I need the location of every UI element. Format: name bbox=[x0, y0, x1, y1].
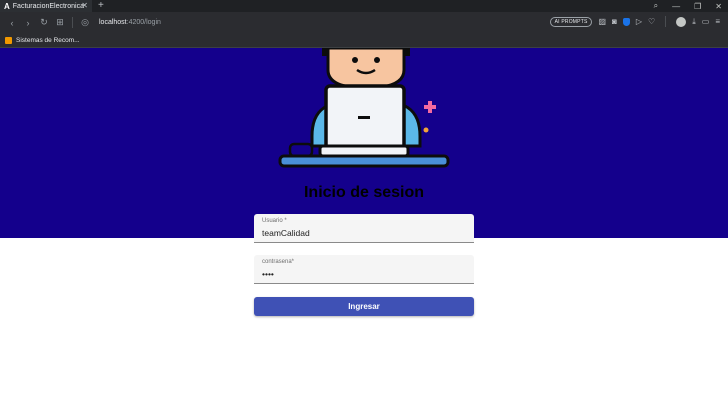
username-label: Usuario * bbox=[262, 218, 287, 224]
reload-icon[interactable]: ↻ bbox=[36, 17, 52, 28]
restore-icon[interactable]: ❐ bbox=[694, 2, 701, 11]
camera-icon[interactable]: ◙ bbox=[612, 17, 617, 26]
download-icon[interactable]: ⤓ bbox=[692, 17, 696, 27]
username-field[interactable]: Usuario * bbox=[254, 214, 474, 243]
heart-icon[interactable]: ♡ bbox=[648, 17, 655, 26]
battery-icon[interactable]: ▭ bbox=[702, 17, 710, 26]
username-input[interactable] bbox=[262, 228, 462, 238]
forward-icon[interactable]: › bbox=[20, 18, 36, 28]
window-controls: ⌕ — ❐ ✕ bbox=[654, 0, 722, 12]
minimize-icon[interactable]: — bbox=[672, 2, 680, 11]
left-eye bbox=[352, 57, 358, 63]
image-icon[interactable]: ▨ bbox=[598, 17, 606, 26]
toolbar-actions: AI PROMPTS ▨ ◙ ▷ ♡ ⤓ ▭ ≡ bbox=[549, 16, 720, 27]
password-input[interactable]: •••• bbox=[262, 269, 462, 279]
toolbar-divider-right bbox=[665, 16, 667, 27]
address-host: localhost bbox=[99, 19, 127, 26]
close-window-icon[interactable]: ✕ bbox=[715, 2, 722, 11]
play-icon[interactable]: ▷ bbox=[636, 17, 642, 26]
toolbar-divider bbox=[72, 17, 73, 28]
search-tabs-icon[interactable]: ⌕ bbox=[654, 1, 658, 11]
back-icon[interactable]: ‹ bbox=[4, 18, 20, 28]
browser-tab[interactable]: A FacturacionElectronica ✕ bbox=[0, 0, 92, 12]
page-title: Inicio de sesion bbox=[303, 184, 425, 201]
shield-icon[interactable] bbox=[622, 17, 630, 26]
user-laptop-illustration bbox=[278, 48, 450, 168]
apps-grid-icon[interactable]: ⊞ bbox=[52, 17, 68, 28]
laptop-logo bbox=[358, 116, 370, 119]
cup-shape bbox=[288, 142, 314, 158]
tab-favicon-icon: A bbox=[4, 1, 10, 11]
site-info-icon[interactable]: ◎ bbox=[77, 17, 93, 28]
bookmark-item[interactable]: Sistemas de Recom... bbox=[16, 37, 80, 44]
menu-icon[interactable]: ≡ bbox=[715, 17, 720, 26]
face-shape bbox=[326, 48, 406, 90]
browser-toolbar: ‹ › ↻ ⊞ ◎ localhost:4200/login AI PROMPT… bbox=[0, 12, 728, 33]
new-tab-button[interactable]: + bbox=[98, 0, 104, 12]
tab-strip: A FacturacionElectronica ✕ + ⌕ — ❐ ✕ bbox=[0, 0, 728, 12]
ai-prompts-button[interactable]: AI PROMPTS bbox=[549, 16, 593, 27]
password-field[interactable]: contrasena* •••• bbox=[254, 255, 474, 284]
password-label: contrasena* bbox=[262, 259, 295, 265]
address-bar[interactable]: localhost:4200/login bbox=[99, 19, 161, 26]
login-button[interactable]: Ingresar bbox=[254, 297, 474, 316]
close-tab-icon[interactable]: ✕ bbox=[81, 1, 88, 10]
profile-avatar[interactable] bbox=[676, 16, 687, 27]
right-eye bbox=[374, 57, 380, 63]
plus-sparkle-icon bbox=[424, 101, 436, 113]
bookmarks-bar: Sistemas de Recom... bbox=[0, 33, 728, 48]
bookmark-favicon-icon bbox=[5, 36, 12, 44]
tab-title: FacturacionElectronica bbox=[12, 2, 84, 10]
address-path: :4200/login bbox=[126, 19, 161, 26]
dot-sparkle-icon bbox=[423, 127, 429, 133]
desk-shape bbox=[278, 154, 450, 168]
